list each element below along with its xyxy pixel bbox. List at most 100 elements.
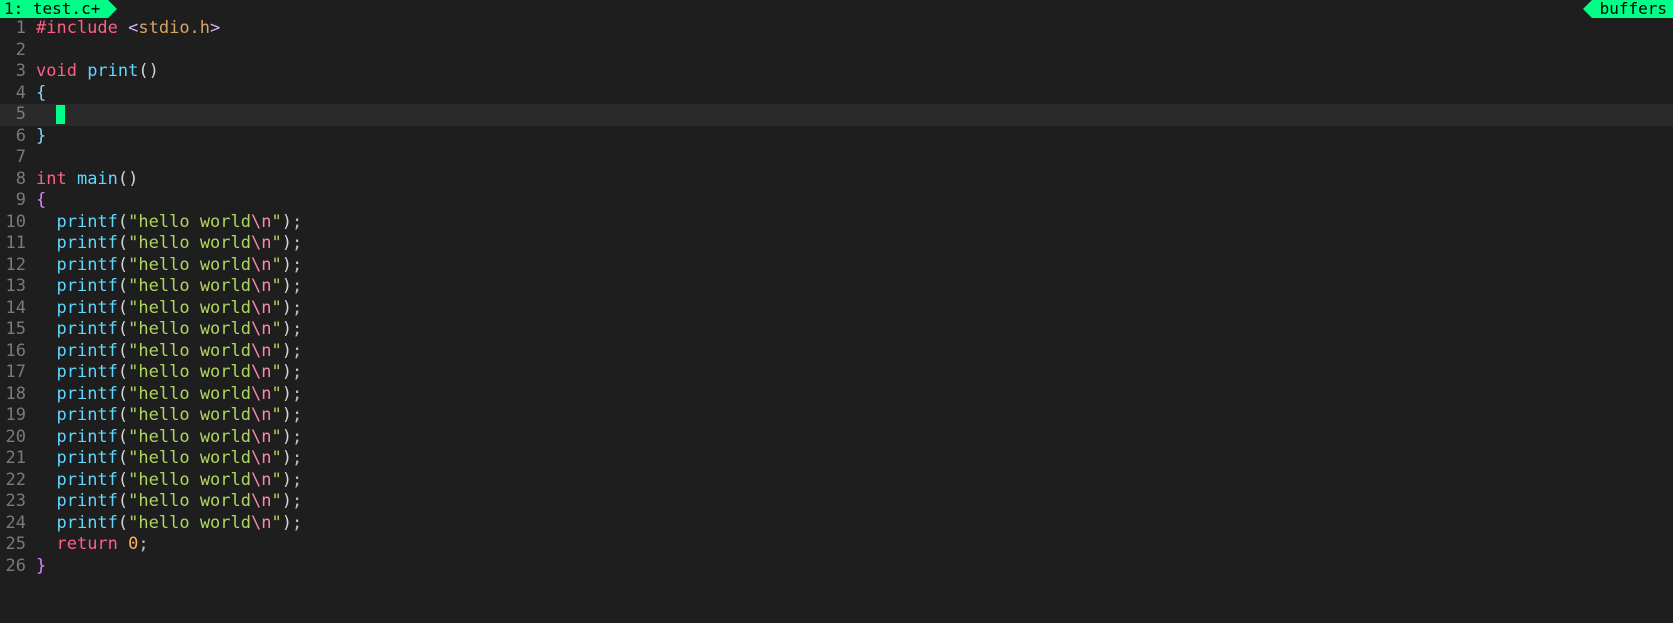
token: " xyxy=(271,513,281,533)
token: " xyxy=(128,491,138,511)
token: ; xyxy=(292,491,302,511)
token: " xyxy=(128,405,138,425)
code-line[interactable]: 17 printf("hello world\n"); xyxy=(0,362,1673,384)
token: " xyxy=(271,298,281,318)
buffers-indicator[interactable]: buffers xyxy=(1592,0,1673,18)
token: \n xyxy=(251,233,271,253)
token xyxy=(36,534,56,554)
token: " xyxy=(271,212,281,232)
code-line[interactable]: 8int main() xyxy=(0,169,1673,191)
line-number: 16 xyxy=(0,341,32,363)
token: ( xyxy=(118,362,128,382)
token: ; xyxy=(292,341,302,361)
code-content[interactable]: #include <stdio.h> xyxy=(32,18,1673,40)
code-content[interactable]: printf("hello world\n"); xyxy=(32,362,1673,384)
code-line[interactable]: 21 printf("hello world\n"); xyxy=(0,448,1673,470)
code-content[interactable]: printf("hello world\n"); xyxy=(32,513,1673,535)
code-content[interactable]: printf("hello world\n"); xyxy=(32,319,1673,341)
token: ) xyxy=(282,276,292,296)
code-line[interactable]: 7 xyxy=(0,147,1673,169)
token: ; xyxy=(292,298,302,318)
token: ( xyxy=(118,448,128,468)
code-line[interactable]: 25 return 0; xyxy=(0,534,1673,556)
token: ) xyxy=(282,448,292,468)
code-content[interactable]: } xyxy=(32,556,1673,578)
code-line[interactable]: 18 printf("hello world\n"); xyxy=(0,384,1673,406)
token: " xyxy=(128,255,138,275)
code-content[interactable]: printf("hello world\n"); xyxy=(32,405,1673,427)
line-number: 6 xyxy=(0,126,32,148)
token xyxy=(36,491,56,511)
line-number: 7 xyxy=(0,147,32,169)
code-line[interactable]: 1#include <stdio.h> xyxy=(0,18,1673,40)
token: main xyxy=(77,169,118,189)
buffer-tab[interactable]: 1: test.c+ xyxy=(0,0,108,18)
line-number: 5 xyxy=(0,104,32,126)
code-content[interactable]: printf("hello world\n"); xyxy=(32,341,1673,363)
code-line[interactable]: 12 printf("hello world\n"); xyxy=(0,255,1673,277)
token: printf xyxy=(56,276,117,296)
token: printf xyxy=(56,427,117,447)
code-content[interactable]: { xyxy=(32,83,1673,105)
code-line[interactable]: 14 printf("hello world\n"); xyxy=(0,298,1673,320)
code-line[interactable]: 13 printf("hello world\n"); xyxy=(0,276,1673,298)
code-line[interactable]: 23 printf("hello world\n"); xyxy=(0,491,1673,513)
code-content[interactable]: printf("hello world\n"); xyxy=(32,448,1673,470)
token: () xyxy=(118,169,138,189)
code-line[interactable]: 26} xyxy=(0,556,1673,578)
token: " xyxy=(271,255,281,275)
code-content[interactable]: printf("hello world\n"); xyxy=(32,427,1673,449)
code-content[interactable]: void print() xyxy=(32,61,1673,83)
code-content[interactable]: return 0; xyxy=(32,534,1673,556)
token: \n xyxy=(251,276,271,296)
code-line[interactable]: 3void print() xyxy=(0,61,1673,83)
code-line[interactable]: 20 printf("hello world\n"); xyxy=(0,427,1673,449)
code-content[interactable]: } xyxy=(32,126,1673,148)
code-content[interactable]: int main() xyxy=(32,169,1673,191)
code-content[interactable]: printf("hello world\n"); xyxy=(32,384,1673,406)
code-content[interactable]: printf("hello world\n"); xyxy=(32,233,1673,255)
line-number: 13 xyxy=(0,276,32,298)
token xyxy=(36,384,56,404)
topbar: 1: test.c+ buffers xyxy=(0,0,1673,18)
code-line[interactable]: 10 printf("hello world\n"); xyxy=(0,212,1673,234)
code-content[interactable] xyxy=(32,40,1673,62)
token: hello world xyxy=(138,319,251,339)
token: \n xyxy=(251,448,271,468)
code-line[interactable]: 11 printf("hello world\n"); xyxy=(0,233,1673,255)
code-line[interactable]: 22 printf("hello world\n"); xyxy=(0,470,1673,492)
code-content[interactable]: printf("hello world\n"); xyxy=(32,255,1673,277)
line-number: 11 xyxy=(0,233,32,255)
code-line[interactable]: 5 xyxy=(0,104,1673,126)
code-content[interactable]: printf("hello world\n"); xyxy=(32,298,1673,320)
token: int xyxy=(36,169,77,189)
code-content[interactable]: printf("hello world\n"); xyxy=(32,212,1673,234)
token: printf xyxy=(56,319,117,339)
editor-area[interactable]: 1#include <stdio.h>23void print()4{5 6}7… xyxy=(0,18,1673,577)
code-content[interactable] xyxy=(32,147,1673,169)
token: hello world xyxy=(138,427,251,447)
code-content[interactable]: { xyxy=(32,190,1673,212)
code-line[interactable]: 2 xyxy=(0,40,1673,62)
code-content[interactable]: printf("hello world\n"); xyxy=(32,276,1673,298)
code-line[interactable]: 4{ xyxy=(0,83,1673,105)
code-line[interactable]: 19 printf("hello world\n"); xyxy=(0,405,1673,427)
code-line[interactable]: 16 printf("hello world\n"); xyxy=(0,341,1673,363)
code-line[interactable]: 24 printf("hello world\n"); xyxy=(0,513,1673,535)
code-content[interactable]: printf("hello world\n"); xyxy=(32,491,1673,513)
token: ( xyxy=(118,298,128,318)
token: " xyxy=(128,212,138,232)
code-line[interactable]: 15 printf("hello world\n"); xyxy=(0,319,1673,341)
code-line[interactable]: 6} xyxy=(0,126,1673,148)
token xyxy=(36,513,56,533)
token: printf xyxy=(56,448,117,468)
token: ( xyxy=(118,384,128,404)
token: ( xyxy=(118,319,128,339)
token: ) xyxy=(282,513,292,533)
code-line[interactable]: 9{ xyxy=(0,190,1673,212)
code-content[interactable] xyxy=(32,104,1673,126)
code-content[interactable]: printf("hello world\n"); xyxy=(32,470,1673,492)
token: ( xyxy=(118,491,128,511)
token: ) xyxy=(282,427,292,447)
token: ) xyxy=(282,341,292,361)
